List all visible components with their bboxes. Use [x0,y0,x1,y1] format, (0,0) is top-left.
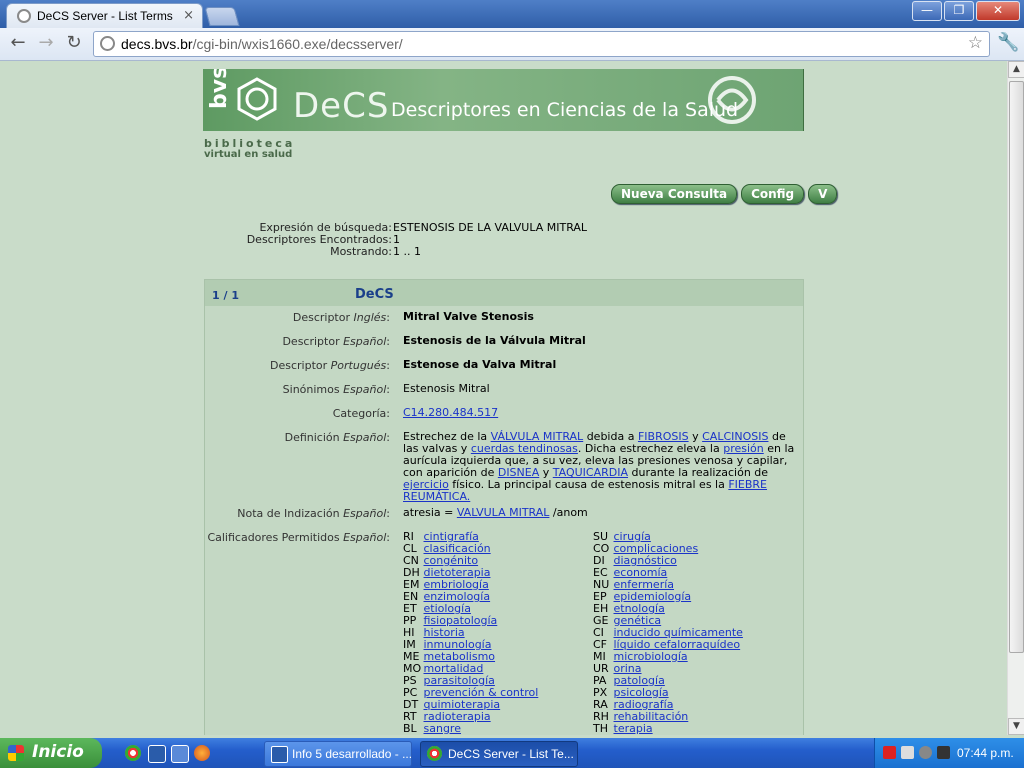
new-tab-button[interactable] [204,7,240,26]
health-logo-icon [708,76,756,124]
definicion-label: Definición Español: [284,431,390,444]
bib-line2: virtual en salud [204,149,293,160]
qualifier-link[interactable]: terapia [614,722,653,735]
tray-app-icon[interactable] [937,746,950,759]
bvs-vertical-text: bvs [207,69,232,109]
windows-taskbar: Inicio Info 5 desarrollado - ... DeCS Se… [0,738,1024,768]
summary-value: ESTENOSIS DE LA VALVULA MITRAL [393,221,588,234]
chrome-icon [427,746,442,761]
maximize-button[interactable]: ❐ [944,1,974,21]
config-button[interactable]: Config [741,184,805,204]
desc-ingles-value: Mitral Valve Stenosis [403,310,534,323]
nota-link[interactable]: VALVULA MITRAL [457,506,550,519]
browser-tab[interactable]: DeCS Server - List Terms × [6,3,203,29]
categoria-label: Categoría: [332,407,390,420]
task-label: DeCS Server - List Te... [448,747,574,761]
antivirus-icon[interactable] [883,746,896,759]
summary-value: 1 [393,233,400,246]
nota-label: Nota de Indización Español: [237,507,390,520]
address-bar[interactable]: decs.bvs.br/cgi-bin/wxis1660.exe/decsser… [93,31,990,57]
result-count: 1 / 1 [212,289,239,302]
tab-close-icon[interactable]: × [183,8,194,23]
minimize-button[interactable]: — [912,1,942,21]
qualifiers-left-column: RI cintigrafía CL clasificación CN congéni… [403,531,538,735]
app-quicklaunch-icon[interactable] [171,745,189,763]
scroll-thumb[interactable] [1009,81,1024,653]
descriptor-panel: 1 / 1 DeCS Descriptor Inglés: Mitral Val… [204,279,804,735]
nueva-consulta-button[interactable]: Nueva Consulta [611,184,738,204]
v-button[interactable]: V [808,184,838,204]
calificadores-label: Calificadores Permitidos Español: [207,531,390,544]
start-label: Inicio [32,742,84,762]
banner-subtitle: Descriptores en Ciencias de la Salud [391,99,739,121]
categoria-link[interactable]: C14.280.484.517 [403,406,498,419]
desc-espanol-label: Descriptor Español: [282,335,390,348]
desc-portugues-label: Descriptor Portugués: [270,359,390,372]
page-favicon-icon [17,9,31,23]
scroll-down-icon[interactable]: ▼ [1008,718,1024,735]
qualifier-code: BL [403,722,417,735]
wrench-icon[interactable]: 🔧 [997,32,1019,53]
start-button[interactable]: Inicio [0,738,102,768]
title-bar: DeCS Server - List Terms × — ❐ ✕ [0,0,1024,29]
word-icon [271,746,288,763]
nota-value: atresia = VALVULA MITRAL /anom [403,506,588,519]
definicion-value: Estrechez de la VÁLVULA MITRAL debida a … [403,430,795,503]
sinonimos-label: Sinónimos Español: [282,383,390,396]
vertical-scrollbar[interactable]: ▲ ▼ [1007,61,1024,735]
qualifier-row: BL sangre [403,723,538,735]
categoria-value: C14.280.484.517 [403,407,801,419]
desc-espanol-value: Estenosis de la Válvula Mitral [403,334,586,347]
summary-label: Mostrando: [330,245,392,258]
system-tray: 07:44 p.m. [874,738,1024,768]
taskbar-item-chrome[interactable]: DeCS Server - List Te... [420,741,578,767]
qualifier-code: TH [593,722,608,735]
qualifiers-right-column: SU cirugía CO complicaciones DI diagnóstic… [593,531,743,735]
summary-labels: Expresión de búsqueda: Descriptores Enco… [200,222,392,258]
panel-title: DeCS [355,287,394,302]
bookmark-star-icon[interactable]: ☆ [968,33,983,53]
taskbar-item-word[interactable]: Info 5 desarrollado - ... [264,741,412,767]
back-icon[interactable]: ← [6,32,30,53]
action-buttons: Nueva Consulta Config V [611,184,838,204]
bvs-logo-icon [237,77,277,121]
summary-values: ESTENOSIS DE LA VALVULA MITRAL 1 1 .. 1 [393,222,587,258]
close-window-button[interactable]: ✕ [976,1,1020,21]
qualifier-link[interactable]: sangre [424,722,461,735]
firefox-quicklaunch-icon[interactable] [194,745,210,761]
sinonimos-value: Estenosis Mitral [403,382,490,395]
clock: 07:44 p.m. [957,746,1014,760]
summary-value: 1 .. 1 [393,245,421,258]
globe-icon [100,36,115,51]
browser-toolbar: ← → ↻ decs.bvs.br/cgi-bin/wxis1660.exe/d… [0,28,1024,61]
reload-icon[interactable]: ↻ [62,32,86,53]
url-text[interactable]: decs.bvs.br/cgi-bin/wxis1660.exe/decsser… [121,36,403,52]
network-icon[interactable] [919,746,932,759]
vs-quicklaunch-icon[interactable] [148,745,166,763]
chrome-quicklaunch-icon[interactable] [125,745,141,761]
tab-title: DeCS Server - List Terms [37,9,173,23]
windows-flag-icon [8,745,24,761]
decs-banner: bvs DeCS Descriptores en Ciencias de la … [203,69,804,131]
scroll-up-icon[interactable]: ▲ [1008,61,1024,78]
volume-icon[interactable] [901,746,914,759]
qualifier-row: TH terapia [593,723,743,735]
panel-header: 1 / 1 DeCS [205,280,803,306]
desc-ingles-label: Descriptor Inglés: [292,311,390,324]
decs-brand: DeCS [293,86,390,126]
desc-portugues-value: Estenose da Valva Mitral [403,358,557,371]
forward-icon[interactable]: → [34,32,58,53]
page-viewport: bvs DeCS Descriptores en Ciencias de la … [0,61,1007,735]
task-label: Info 5 desarrollado - ... [292,747,413,761]
